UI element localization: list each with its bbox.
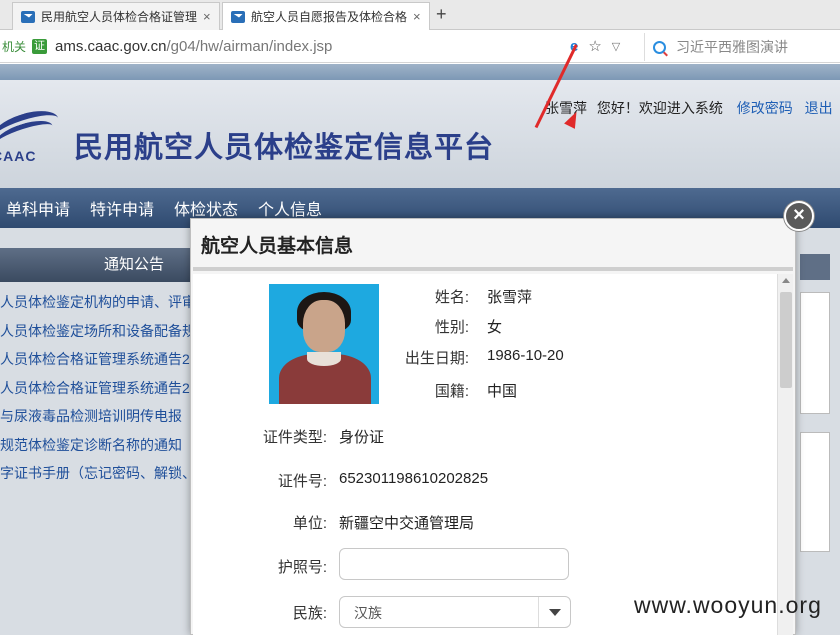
right-panel-box <box>800 292 830 414</box>
search-box[interactable]: 习近平西雅图演讲 <box>644 33 840 61</box>
nationality-label: 国籍: <box>434 383 469 400</box>
nav-item-personal-info[interactable]: 个人信息 <box>258 196 322 220</box>
greeting-text: 您好！欢迎进入系统 <box>596 100 723 116</box>
nationality-value: 中国 <box>487 383 518 400</box>
new-tab-button[interactable]: + <box>436 4 447 25</box>
modal-body: 姓名: 张雪萍 性别: 女 出生日期: 1986-10-20 国籍: 中国 证件… <box>193 274 777 635</box>
name-label: 姓名: <box>434 289 469 306</box>
url-path: /g04/hw/airman/index.jsp <box>166 38 333 55</box>
passport-label: 护照号: <box>277 559 327 576</box>
id-number-label: 证件号: <box>277 473 327 490</box>
id-type-value: 身份证 <box>339 429 385 446</box>
logout-link[interactable]: 退出 <box>805 100 833 116</box>
tab-close-icon[interactable]: × <box>413 9 421 24</box>
addr-prefix: 机关 <box>2 40 27 54</box>
modal-close-button[interactable]: × <box>784 201 814 231</box>
notice-item[interactable]: 字证书手册（忘记密码、解锁、 <box>0 459 200 488</box>
user-greeting: 张雪萍 您好！欢迎进入系统 修改密码 退出 <box>545 98 833 118</box>
browser-tab-1[interactable]: 民用航空人员体检合格证管理 × <box>12 2 220 30</box>
watermark-text: www.wooyun.org <box>634 592 822 618</box>
url-field[interactable]: ams.caac.gov.cn/g04/hw/airman/index.jsp <box>55 38 332 55</box>
gender-label: 性别: <box>434 319 469 336</box>
notice-item[interactable]: 人员体检合格证管理系统通告20 <box>0 374 200 403</box>
notice-heading: 通知公告 <box>0 248 196 282</box>
browser-tab-bar: 民用航空人员体检合格证管理 × 航空人员自愿报告及体检合格 × + <box>0 0 840 30</box>
notice-list: 人员体检鉴定机构的申请、评审 人员体检鉴定场所和设备配备规 人员体检合格证管理系… <box>0 288 200 488</box>
id-type-label: 证件类型: <box>262 429 327 446</box>
notice-item[interactable]: 人员体检鉴定机构的申请、评审 <box>0 288 200 317</box>
tab-title: 民用航空人员体检合格证管理 <box>41 10 198 24</box>
notice-item[interactable]: 人员体检鉴定场所和设备配备规 <box>0 317 200 346</box>
modal-scrollbar[interactable] <box>777 274 793 635</box>
nav-item-single-apply[interactable]: 单科申请 <box>6 196 70 220</box>
search-icon <box>653 40 666 54</box>
change-password-link[interactable]: 修改密码 <box>737 100 793 116</box>
nav-item-special-apply[interactable]: 特许申请 <box>90 196 154 220</box>
chevron-down-icon[interactable] <box>538 597 570 627</box>
unit-label: 单位: <box>292 515 327 532</box>
site-favicon-icon <box>231 10 245 23</box>
user-photo <box>269 284 379 404</box>
gender-value: 女 <box>487 319 503 336</box>
ethnicity-select[interactable]: 汉族 <box>339 596 571 628</box>
browser-tab-2[interactable]: 航空人员自愿报告及体检合格 × <box>222 2 430 30</box>
unit-value: 新疆空中交通管理局 <box>339 515 475 532</box>
right-panel-header <box>800 254 830 280</box>
right-panel-box <box>800 432 830 552</box>
dob-value: 1986-10-20 <box>487 347 564 364</box>
ethnicity-label: 民族: <box>292 605 327 622</box>
top-stripe <box>0 64 840 80</box>
chevron-down-icon[interactable]: ▽ <box>612 40 620 53</box>
url-host: ams.caac.gov.cn <box>55 38 167 55</box>
search-input[interactable]: 习近平西雅图演讲 <box>676 37 788 57</box>
modal-divider <box>193 267 793 271</box>
dob-label: 出生日期: <box>404 350 469 367</box>
passport-input[interactable] <box>339 548 569 580</box>
user-info-modal: 航空人员基本信息 姓名: 张雪萍 性别: 女 出生日期: 1986-10-20 … <box>190 218 796 635</box>
ethnicity-selected: 汉族 <box>354 605 382 621</box>
tab-title: 航空人员自愿报告及体检合格 <box>251 10 408 24</box>
certificate-icon[interactable]: 证 <box>32 39 48 54</box>
modal-title: 航空人员基本信息 <box>201 236 354 257</box>
site-favicon-icon <box>21 10 35 23</box>
notice-item[interactable]: 规范体检鉴定诊断名称的通知 <box>0 431 200 460</box>
address-bar: 机关 证 ams.caac.gov.cn/g04/hw/airman/index… <box>0 31 840 63</box>
address-icons: e ☆ ▽ <box>570 37 620 56</box>
scroll-thumb[interactable] <box>780 292 792 388</box>
scroll-up-icon[interactable] <box>782 278 790 283</box>
name-value: 张雪萍 <box>487 289 533 306</box>
notice-item[interactable]: 人员体检合格证管理系统通告20 <box>0 345 200 374</box>
id-number-value: 652301198610202825 <box>339 470 489 487</box>
nav-item-exam-status[interactable]: 体检状态 <box>174 196 238 220</box>
tab-close-icon[interactable]: × <box>203 9 211 24</box>
site-title: 民用航空人员体检鉴定信息平台 <box>74 132 495 164</box>
notice-item[interactable]: 与尿液毒品检测培训明传电报 <box>0 402 200 431</box>
caac-logo: CAAC <box>0 103 63 166</box>
star-icon[interactable]: ☆ <box>588 37 601 55</box>
logo-text: CAAC <box>0 148 37 164</box>
site-header: CAAC 民用航空人员体检鉴定信息平台 张雪萍 您好！欢迎进入系统 修改密码 退… <box>0 80 840 188</box>
